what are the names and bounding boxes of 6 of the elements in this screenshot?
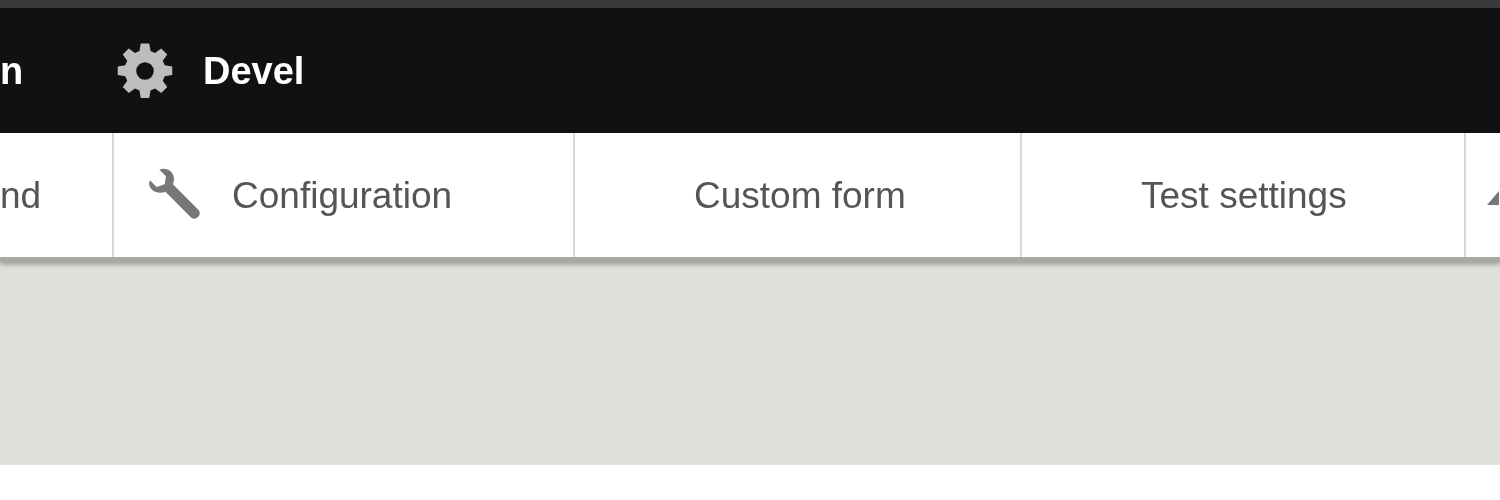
tray-link[interactable]: nd: [0, 176, 42, 214]
tray-link[interactable]: Configuration: [232, 176, 453, 214]
tray-link[interactable]: Custom form: [694, 176, 906, 214]
toolbar-link[interactable]: Devel: [203, 51, 305, 90]
toolbar-link[interactable]: n: [0, 51, 24, 90]
tray-link[interactable]: Test settings: [1141, 176, 1347, 214]
